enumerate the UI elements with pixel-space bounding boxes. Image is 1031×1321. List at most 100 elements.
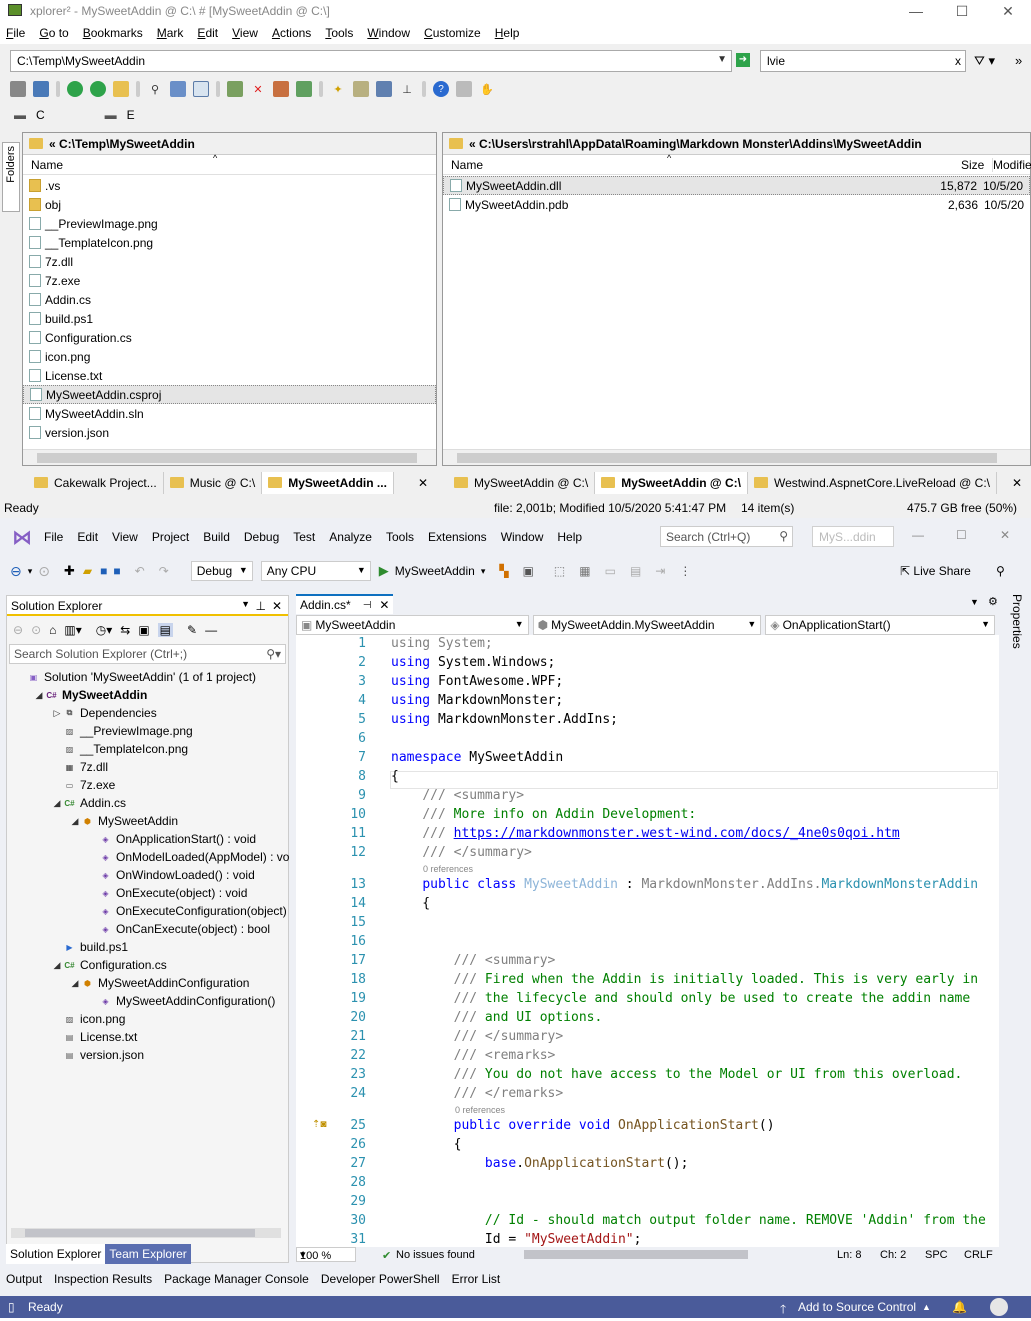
open-icon[interactable]: ▰ — [83, 564, 92, 578]
line-indicator[interactable]: Ln: 8 — [837, 1249, 861, 1261]
scroll-thumb[interactable] — [37, 453, 417, 463]
binoculars-icon[interactable]: ⚲ — [147, 81, 163, 97]
tree-node[interactable]: ◈ MySweetAddinConfiguration() — [7, 992, 288, 1010]
tree-node[interactable]: ◈ OnCanExecute(object) : bool — [7, 920, 288, 938]
right-file-pane[interactable]: « C:\Users\rstrahl\AppData\Roaming\Markd… — [442, 132, 1031, 466]
chevron-down-icon[interactable]: ▾ — [28, 566, 33, 577]
close-icon[interactable]: ✕ — [985, 0, 1031, 22]
forward-icon[interactable]: ⊙ — [38, 563, 50, 580]
nav-dropdown[interactable]: ▣ MySweetAddin ▼ — [296, 615, 529, 635]
bottom-tab[interactable]: Developer PowerShell — [321, 1272, 440, 1286]
bottom-tab[interactable]: Output — [6, 1272, 42, 1286]
show-all-files-icon[interactable]: ▤ — [157, 623, 173, 637]
vs-menu-help[interactable]: Help — [557, 530, 582, 544]
tree-node[interactable]: ◢ ⬢ MySweetAddin — [7, 812, 288, 830]
right-column-header[interactable]: Name ^ Size Modifie — [443, 153, 1031, 175]
folders-side-tab[interactable]: Folders — [2, 142, 20, 212]
settings-icon[interactable] — [353, 81, 369, 97]
feedback-icon[interactable]: ⚲ — [996, 564, 1005, 578]
vs-menu-view[interactable]: View — [112, 530, 138, 544]
menu-edit[interactable]: Edit — [197, 26, 218, 40]
expand-toggle-icon[interactable]: ◢ — [51, 798, 63, 809]
tree-node[interactable]: ▤ version.json — [7, 1046, 288, 1064]
camera-icon[interactable]: ▣ — [523, 564, 534, 578]
left-column-header[interactable]: Name ^ — [23, 153, 436, 175]
tree-node[interactable]: ◢ ⬢ MySweetAddinConfiguration — [7, 974, 288, 992]
tree-node[interactable]: ▨ __TemplateIcon.png — [7, 740, 288, 758]
chevron-down-icon[interactable]: ▼ — [970, 597, 979, 607]
file-row[interactable]: version.json — [23, 423, 436, 442]
computer-icon[interactable] — [33, 81, 49, 97]
tree-node[interactable]: ▨ icon.png — [7, 1010, 288, 1028]
back-icon[interactable]: ⊖ — [13, 623, 23, 637]
avatar[interactable] — [990, 1298, 1008, 1316]
funnel-icon[interactable]: ⛛ ▾ — [974, 53, 995, 69]
scroll-thumb[interactable] — [457, 453, 997, 463]
file-row[interactable]: __TemplateIcon.png — [23, 233, 436, 252]
size-column[interactable]: Size — [961, 158, 984, 172]
panel-tab[interactable]: Solution Explorer — [6, 1244, 106, 1264]
breakpoint-icon[interactable]: ▦ — [579, 564, 590, 578]
play-icon[interactable]: ▶ — [379, 563, 389, 579]
file-row[interactable]: MySweetAddin.pdb 2,636 10/5/20 — [443, 195, 1030, 214]
menu-actions[interactable]: Actions — [272, 26, 311, 40]
issues-indicator[interactable]: No issues found — [396, 1249, 475, 1261]
vs-menu-project[interactable]: Project — [152, 530, 189, 544]
tree-node[interactable]: ▨ __PreviewImage.png — [7, 722, 288, 740]
back-icon[interactable]: ⊖ — [10, 563, 22, 580]
pane-tab[interactable]: MySweetAddin @ C:\ — [595, 472, 748, 494]
switch-views-icon[interactable]: ▥▾ — [64, 623, 81, 637]
properties-side-tab[interactable]: Properties — [1003, 590, 1031, 1260]
file-row[interactable]: obj — [23, 195, 436, 214]
save-icon[interactable]: ■ — [100, 564, 107, 578]
panel-tab[interactable]: Team Explorer — [105, 1244, 191, 1264]
folder-up-icon[interactable] — [113, 81, 129, 97]
comment-icon[interactable]: ▤ — [630, 564, 641, 578]
file-row[interactable]: MySweetAddin.csproj — [23, 385, 436, 404]
file-row[interactable]: Configuration.cs — [23, 328, 436, 347]
minimize-icon[interactable]: — — [893, 0, 939, 22]
code-editor[interactable]: 1 2 3 4 5 6 7 8 9 10 11 12 13 14 15 16 17 18 19 20 21 22 23 24 2… — [296, 635, 999, 1247]
tree-node[interactable]: ◈ OnModelLoaded(AppModel) : vo — [7, 848, 289, 866]
add-to-source-control[interactable]: Add to Source Control — [798, 1300, 916, 1314]
char-indicator[interactable]: Ch: 2 — [880, 1249, 906, 1261]
nav-dropdown[interactable]: ⬢ MySweetAddin.MySweetAddin ▼ — [532, 615, 762, 635]
expand-toggle-icon[interactable]: ◢ — [69, 978, 81, 989]
file-row[interactable]: Addin.cs — [23, 290, 436, 309]
vs-menu-build[interactable]: Build — [203, 530, 230, 544]
properties-icon[interactable] — [273, 81, 289, 97]
live-share-button[interactable]: ⇱ Live Share — [900, 564, 971, 578]
bell-icon[interactable]: 🔔 — [952, 1300, 967, 1314]
tree-icon[interactable]: ⊥ — [399, 81, 415, 97]
tree-node[interactable]: ◢ C# Addin.cs — [7, 794, 288, 812]
override-glyph-icon[interactable]: ⇡◙ — [312, 1119, 326, 1130]
file-row[interactable]: __PreviewImage.png — [23, 214, 436, 233]
file-row[interactable]: build.ps1 — [23, 309, 436, 328]
vs-menu-extensions[interactable]: Extensions — [428, 530, 487, 544]
pane-tab[interactable]: Cakewalk Project... — [28, 472, 164, 494]
name-column[interactable]: Name — [451, 158, 483, 172]
maximize-icon[interactable]: ☐ — [939, 0, 985, 22]
file-row[interactable]: .vs — [23, 176, 436, 195]
config-dropdown[interactable]: Debug ▼ — [190, 561, 253, 581]
menu-tools[interactable]: Tools — [325, 26, 353, 40]
filter-input[interactable]: lvie x — [760, 50, 966, 72]
scroll-thumb[interactable] — [25, 1229, 255, 1237]
spacing-indicator[interactable]: SPC — [925, 1249, 948, 1261]
chevron-down-icon[interactable]: ▾ — [481, 566, 486, 577]
pin-icon[interactable]: ⊥ — [256, 599, 266, 613]
bottom-tab[interactable]: Inspection Results — [54, 1272, 152, 1286]
pin-icon[interactable]: ⊣ — [363, 600, 372, 611]
tree-node[interactable]: ◢ C# MySweetAddin — [7, 686, 288, 704]
home-icon[interactable]: ⌂ — [49, 623, 56, 637]
file-row[interactable]: 7z.dll — [23, 252, 436, 271]
tree-node[interactable]: ▶ build.ps1 — [7, 938, 288, 956]
indent-icon[interactable]: ⇥ — [655, 564, 665, 578]
tree-node[interactable]: ▦ 7z.dll — [7, 758, 288, 776]
file-row[interactable]: 7z.exe — [23, 271, 436, 290]
chevron-down-icon[interactable]: ▼ — [717, 54, 727, 65]
close-icon[interactable]: ✕ — [272, 599, 282, 613]
maximize-icon[interactable]: ☐ — [956, 528, 967, 542]
expand-toggle-icon[interactable]: ▷ — [51, 708, 63, 719]
help-icon[interactable]: ? — [433, 81, 449, 97]
